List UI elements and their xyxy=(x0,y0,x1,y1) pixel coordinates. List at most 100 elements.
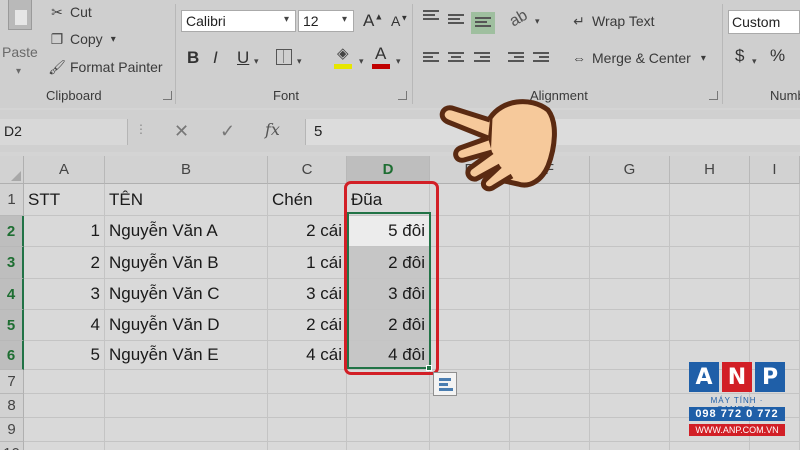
row-header-3[interactable]: 3 xyxy=(0,247,24,279)
cell-e8[interactable] xyxy=(430,394,510,418)
cell-d8[interactable] xyxy=(347,394,430,418)
cell-c10[interactable] xyxy=(268,442,347,450)
borders-button[interactable] xyxy=(276,49,292,65)
cell-g5[interactable] xyxy=(590,310,670,341)
cell-e6[interactable] xyxy=(430,341,510,370)
cell-g3[interactable] xyxy=(590,247,670,279)
column-header-i[interactable]: I xyxy=(750,156,800,184)
cell-i4[interactable] xyxy=(750,279,800,310)
cell-e9[interactable] xyxy=(430,418,510,442)
copy-button[interactable]: ❐ Copy ▾ xyxy=(48,28,116,50)
cell-c1[interactable]: Chén xyxy=(268,184,347,216)
cell-b6[interactable]: Nguyễn Văn E xyxy=(105,341,268,370)
row-header-7[interactable]: 7 xyxy=(0,370,24,394)
alignment-launcher-icon[interactable] xyxy=(709,91,718,100)
decrease-indent-button[interactable] xyxy=(508,52,524,64)
cell-g10[interactable] xyxy=(590,442,670,450)
percent-button[interactable]: % xyxy=(770,46,785,66)
cell-h10[interactable] xyxy=(670,442,750,450)
cell-a3[interactable]: 2 xyxy=(24,247,105,279)
font-name-select[interactable]: Calibri xyxy=(181,10,296,32)
row-header-2[interactable]: 2 xyxy=(0,216,24,247)
cell-c7[interactable] xyxy=(268,370,347,394)
cell-a2[interactable]: 1 xyxy=(24,216,105,247)
font-launcher-icon[interactable] xyxy=(398,91,407,100)
cell-b7[interactable] xyxy=(105,370,268,394)
cell-f9[interactable] xyxy=(510,418,590,442)
cell-d4[interactable]: 3 đôi xyxy=(347,279,430,310)
number-format-select[interactable]: Custom xyxy=(728,10,800,34)
cell-a10[interactable] xyxy=(24,442,105,450)
cell-e3[interactable] xyxy=(430,247,510,279)
quick-analysis-button[interactable] xyxy=(433,372,457,396)
cell-c8[interactable] xyxy=(268,394,347,418)
fill-handle[interactable] xyxy=(426,365,432,371)
cell-a4[interactable]: 3 xyxy=(24,279,105,310)
cell-i1[interactable] xyxy=(750,184,800,216)
cell-f5[interactable] xyxy=(510,310,590,341)
cell-i10[interactable] xyxy=(750,442,800,450)
cell-a7[interactable] xyxy=(24,370,105,394)
bottom-align-button[interactable] xyxy=(471,12,495,34)
column-header-b[interactable]: B xyxy=(105,156,268,184)
cell-f3[interactable] xyxy=(510,247,590,279)
cell-b10[interactable] xyxy=(105,442,268,450)
grow-font-button[interactable]: A▲ xyxy=(363,11,383,31)
cell-e2[interactable] xyxy=(430,216,510,247)
align-right-button[interactable] xyxy=(474,52,490,64)
cell-g7[interactable] xyxy=(590,370,670,394)
paste-button[interactable]: Paste ▾ xyxy=(2,0,42,84)
cell-f7[interactable] xyxy=(510,370,590,394)
row-header-4[interactable]: 4 xyxy=(0,279,24,310)
cut-button[interactable]: ✂ Cut xyxy=(48,1,92,23)
cell-g4[interactable] xyxy=(590,279,670,310)
cell-f4[interactable] xyxy=(510,279,590,310)
row-header-8[interactable]: 8 xyxy=(0,394,24,418)
clipboard-launcher-icon[interactable] xyxy=(163,91,172,100)
cell-d7[interactable] xyxy=(347,370,430,394)
cell-g1[interactable] xyxy=(590,184,670,216)
align-center-button[interactable] xyxy=(448,52,464,64)
row-header-1[interactable]: 1 xyxy=(0,184,24,216)
cell-f8[interactable] xyxy=(510,394,590,418)
cell-d2[interactable]: 5 đôi xyxy=(347,216,430,247)
format-painter-button[interactable]: 🖌 Format Painter xyxy=(48,56,162,78)
cell-g2[interactable] xyxy=(590,216,670,247)
cell-c6[interactable]: 4 cái xyxy=(268,341,347,370)
cell-d1[interactable]: Đũa xyxy=(347,184,430,216)
cell-g6[interactable] xyxy=(590,341,670,370)
cell-d10[interactable] xyxy=(347,442,430,450)
cell-c9[interactable] xyxy=(268,418,347,442)
currency-button[interactable]: $ xyxy=(735,46,744,66)
orientation-icon[interactable]: ab xyxy=(507,7,531,31)
align-left-button[interactable] xyxy=(423,52,439,64)
column-header-g[interactable]: G xyxy=(590,156,670,184)
cell-g9[interactable] xyxy=(590,418,670,442)
italic-button[interactable]: I xyxy=(213,48,218,68)
column-header-a[interactable]: A xyxy=(24,156,105,184)
column-header-c[interactable]: C xyxy=(268,156,347,184)
cancel-icon[interactable]: ✕ xyxy=(174,121,189,142)
cell-h5[interactable] xyxy=(670,310,750,341)
enter-icon[interactable]: ✓ xyxy=(220,121,235,142)
cell-d9[interactable] xyxy=(347,418,430,442)
font-color-button[interactable]: A xyxy=(371,44,393,70)
cell-f10[interactable] xyxy=(510,442,590,450)
column-header-h[interactable]: H xyxy=(670,156,750,184)
cell-g8[interactable] xyxy=(590,394,670,418)
fill-color-button[interactable]: ◈ xyxy=(333,44,355,70)
cell-h3[interactable] xyxy=(670,247,750,279)
cell-h4[interactable] xyxy=(670,279,750,310)
cell-e4[interactable] xyxy=(430,279,510,310)
cell-c4[interactable]: 3 cái xyxy=(268,279,347,310)
more-options-icon[interactable]: ⋮ xyxy=(135,122,147,136)
cell-a8[interactable] xyxy=(24,394,105,418)
cell-a6[interactable]: 5 xyxy=(24,341,105,370)
cell-i3[interactable] xyxy=(750,247,800,279)
underline-button[interactable]: U xyxy=(237,48,249,68)
cell-b4[interactable]: Nguyễn Văn C xyxy=(105,279,268,310)
cell-c2[interactable]: 2 cái xyxy=(268,216,347,247)
cell-b8[interactable] xyxy=(105,394,268,418)
cell-b9[interactable] xyxy=(105,418,268,442)
cell-c3[interactable]: 1 cái xyxy=(268,247,347,279)
